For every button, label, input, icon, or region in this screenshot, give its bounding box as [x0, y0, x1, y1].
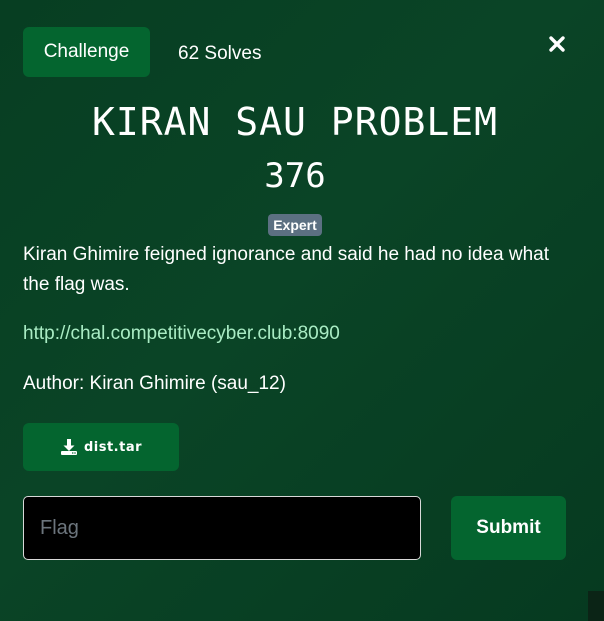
- challenge-description: Kiran Ghimire feigned ignorance and said…: [23, 244, 550, 295]
- download-file-button[interactable]: dist.tar: [23, 423, 179, 471]
- tab-solves[interactable]: 62 Solves: [178, 40, 261, 68]
- challenge-title: KIRAN SAU PROBLEM: [92, 100, 498, 144]
- download-file-label: dist.tar: [83, 439, 143, 455]
- flag-input[interactable]: [23, 496, 421, 560]
- difficulty-badge-row: Expert: [0, 214, 590, 236]
- challenge-link[interactable]: http://chal.competitivecyber.club:8090: [23, 320, 340, 348]
- close-button[interactable]: [546, 33, 568, 55]
- difficulty-badge: Expert: [268, 214, 322, 236]
- challenge-modal: Challenge 62 Solves KIRAN SAU PROBLEM 37…: [0, 0, 604, 621]
- close-icon: [549, 36, 565, 52]
- challenge-points: 376: [264, 156, 326, 196]
- submit-button[interactable]: Submit: [451, 496, 566, 560]
- download-icon: [60, 439, 77, 455]
- modal-corner: [588, 591, 604, 621]
- tab-challenge-label: Challenge: [43, 41, 130, 62]
- tab-solves-label: 62 Solves: [178, 43, 262, 64]
- challenge-author: Author: Kiran Ghimire (sau_12): [23, 373, 286, 394]
- tab-challenge[interactable]: Challenge: [23, 27, 150, 77]
